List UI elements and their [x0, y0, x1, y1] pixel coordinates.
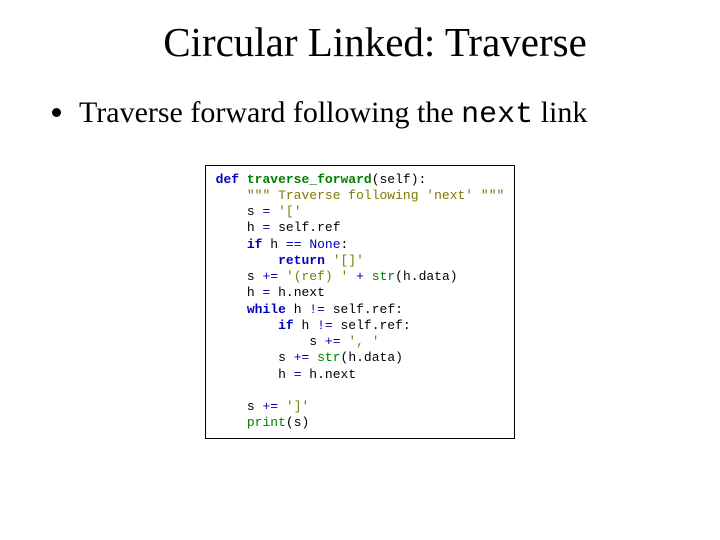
kw-if: if [247, 237, 263, 252]
l07c [348, 269, 356, 284]
l13b: h.next [302, 367, 357, 382]
l05c: : [341, 237, 349, 252]
l06sp [325, 253, 333, 268]
kw-while: while [247, 302, 286, 317]
l12pluseq: += [294, 350, 310, 365]
l11pluseq: += [325, 334, 341, 349]
l07strfn: str [372, 269, 395, 284]
l04b: self.ref [270, 220, 340, 235]
bullet-item: Traverse forward following the next link [52, 94, 680, 135]
l10neq: != [317, 318, 333, 333]
l11a: s [309, 334, 325, 349]
fn-params: (self): [372, 172, 427, 187]
bullet-text-pre: Traverse forward following the [79, 96, 461, 129]
l15str: ']' [286, 399, 309, 414]
l07plus: + [356, 269, 364, 284]
l12a: s [278, 350, 294, 365]
l04a: h [247, 220, 263, 235]
l11str: ', ' [348, 334, 379, 349]
l07e: (h.data) [395, 269, 457, 284]
l07d [364, 269, 372, 284]
l05a: h [262, 237, 285, 252]
l15b [278, 399, 286, 414]
l09b: self.ref: [325, 302, 403, 317]
l03b [270, 204, 278, 219]
code-box: def traverse_forward(self): """ Traverse… [205, 165, 516, 439]
fn-print: print [247, 415, 286, 430]
l03a: s [247, 204, 263, 219]
l05eqeq: == [286, 237, 302, 252]
l07str: '(ref) ' [286, 269, 348, 284]
l09neq: != [309, 302, 325, 317]
l12strfn: str [317, 350, 340, 365]
bullet-dot-icon [52, 108, 61, 117]
kw-return: return [278, 253, 325, 268]
kw-def: def [216, 172, 239, 187]
l10a: h [294, 318, 317, 333]
l03str: '[' [278, 204, 301, 219]
l15a: s [247, 399, 263, 414]
bullet-text-post: link [533, 96, 587, 129]
l07b [278, 269, 286, 284]
l07a: s [247, 269, 263, 284]
l15pluseq: += [262, 399, 278, 414]
l13eq: = [294, 367, 302, 382]
kw-if2: if [278, 318, 294, 333]
l16a: (s) [286, 415, 309, 430]
l13a: h [278, 367, 294, 382]
l10b: self.ref: [333, 318, 411, 333]
bullet-text: Traverse forward following the next link [79, 94, 587, 135]
l09a: h [286, 302, 309, 317]
l12b [309, 350, 317, 365]
bullet-text-code: next [461, 98, 533, 132]
kw-none: None [309, 237, 340, 252]
l08b: h.next [270, 285, 325, 300]
slide-title: Circular Linked: Traverse [60, 18, 690, 66]
fn-name: traverse_forward [247, 172, 372, 187]
code-box-wrap: def traverse_forward(self): """ Traverse… [30, 165, 690, 439]
l08a: h [247, 285, 263, 300]
l06str: '[]' [333, 253, 364, 268]
docstring: """ Traverse following 'next' """ [247, 188, 504, 203]
l07pluseq: += [262, 269, 278, 284]
slide: Circular Linked: Traverse Traverse forwa… [0, 0, 720, 540]
l12c: (h.data) [341, 350, 403, 365]
